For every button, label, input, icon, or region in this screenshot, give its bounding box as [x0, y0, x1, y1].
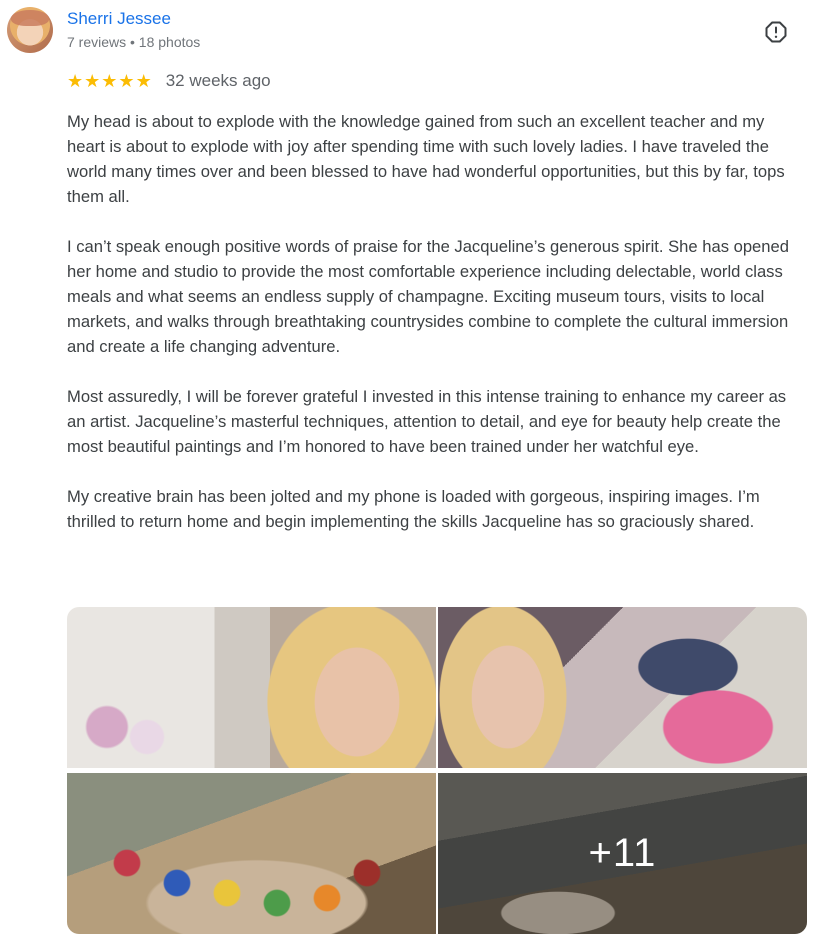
review-text: My head is about to explode with the kno…	[67, 109, 802, 559]
reviewer-avatar[interactable]	[7, 7, 53, 53]
review-paragraph: My creative brain has been jolted and my…	[67, 487, 760, 531]
star-icon: ★	[101, 71, 118, 91]
review-age: 32 weeks ago	[165, 71, 271, 90]
more-photos-count: +11	[588, 831, 657, 875]
rating-row: ★ ★ ★ ★ ★ 32 weeks ago	[67, 71, 271, 91]
reviewer-meta: 7 reviews • 18 photos	[67, 34, 201, 50]
more-photos-tile[interactable]: +11	[438, 773, 807, 934]
star-rating: ★ ★ ★ ★ ★	[67, 71, 152, 91]
review-paragraph: My head is about to explode with the kno…	[67, 112, 785, 206]
review-photo[interactable]	[67, 607, 436, 768]
report-button[interactable]	[764, 20, 788, 44]
star-icon: ★	[135, 71, 152, 91]
star-icon: ★	[118, 71, 135, 91]
photo-grid: +11	[67, 607, 807, 934]
avatar-hat	[11, 10, 49, 26]
report-icon	[765, 21, 787, 43]
review-photo[interactable]	[438, 607, 807, 768]
review-paragraph: Most assuredly, I will be forever gratef…	[67, 387, 787, 456]
star-icon: ★	[84, 71, 101, 91]
review-photo[interactable]	[67, 773, 436, 934]
review-paragraph: I can’t speak enough positive words of p…	[67, 237, 789, 356]
star-icon: ★	[67, 71, 84, 91]
reviewer-name[interactable]: Sherri Jessee	[67, 9, 171, 29]
